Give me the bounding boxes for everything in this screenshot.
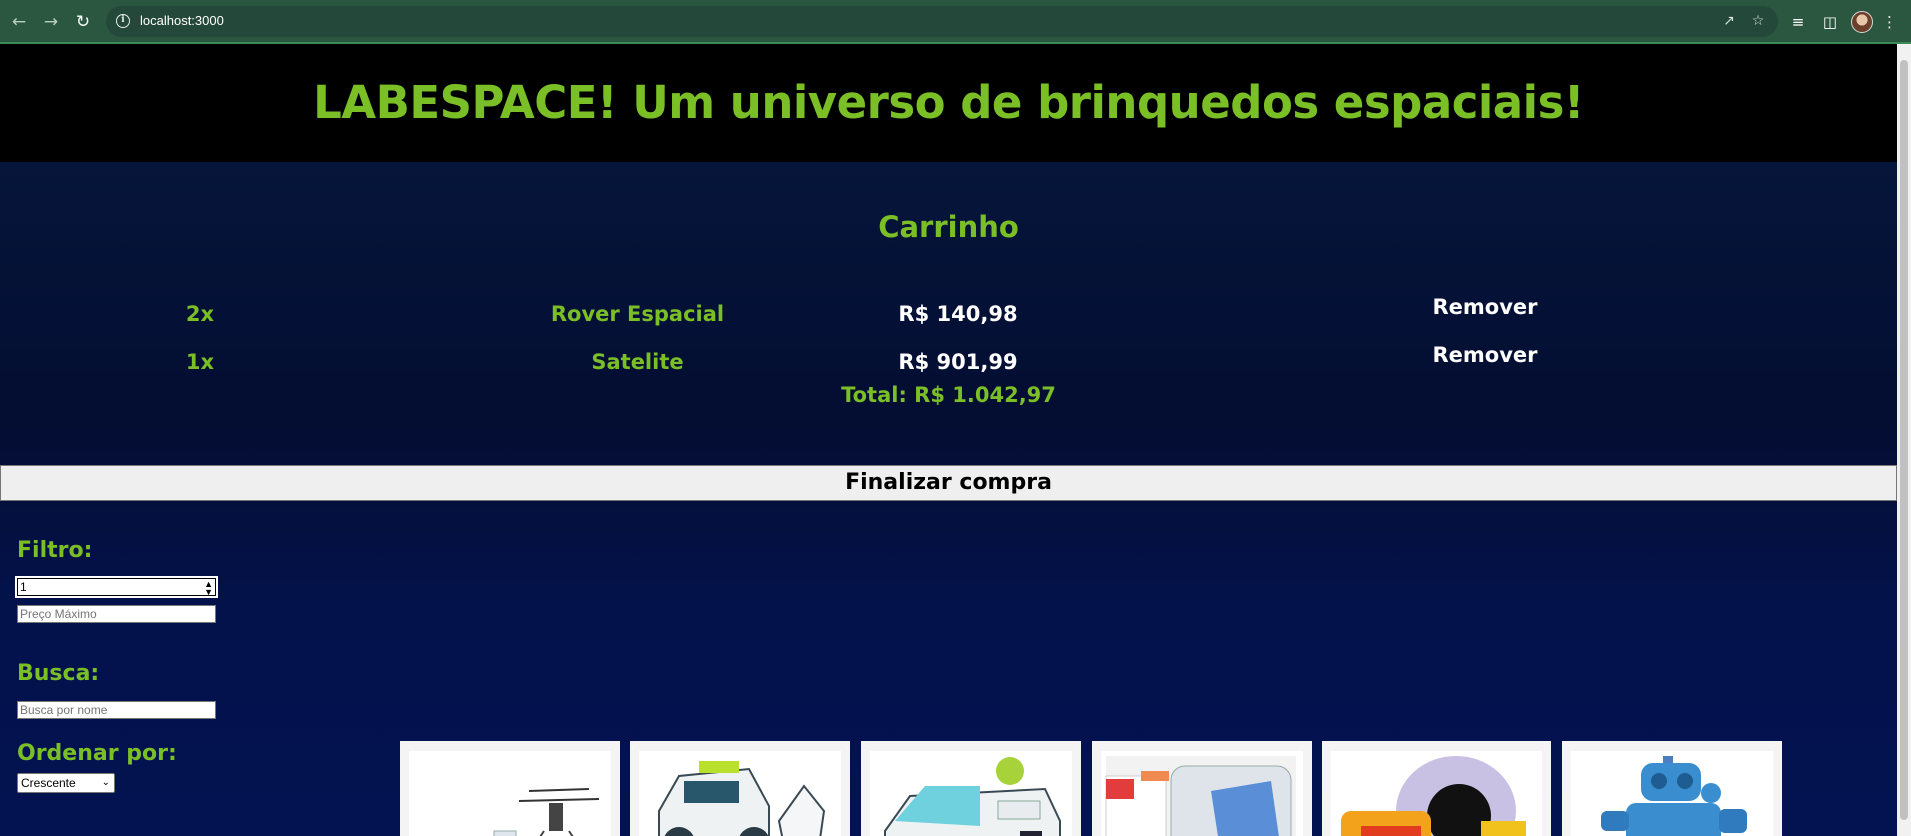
search-input[interactable]: Busca por nome	[17, 701, 216, 719]
product-card[interactable]	[1092, 741, 1312, 836]
min-price-value: 1	[20, 580, 27, 594]
cart-item: 1x Satelite R$ 901,99 Remover	[0, 343, 1897, 382]
astronaut-toy-icon	[1331, 751, 1542, 836]
max-price-input[interactable]: Preço Máximo	[17, 605, 216, 623]
reading-list-icon[interactable]: ≡	[1787, 11, 1809, 33]
search-placeholder: Busca por nome	[20, 703, 108, 717]
cart-total: Total: R$ 1.042,97	[841, 383, 1056, 407]
search-label: Busca:	[17, 661, 100, 686]
address-bar[interactable]: i localhost:3000 ↗ ☆	[106, 6, 1778, 37]
page-content: LABESPACE! Um universo de brinquedos esp…	[0, 44, 1897, 836]
cart-item-name: Satelite	[591, 350, 684, 374]
product-card[interactable]	[861, 741, 1081, 836]
chevron-down-icon: ⌄	[101, 777, 110, 788]
side-panel-icon[interactable]: ◫	[1819, 11, 1841, 33]
profile-avatar[interactable]	[1851, 11, 1873, 33]
product-card[interactable]	[400, 741, 620, 836]
forward-icon[interactable]: →	[40, 11, 62, 33]
white-rover-toy-icon	[639, 751, 841, 836]
blue-robot-toy-icon	[1571, 751, 1773, 836]
checkout-button[interactable]: Finalizar compra	[0, 465, 1897, 501]
space-vehicle-toy-icon	[870, 751, 1072, 836]
min-price-input[interactable]: 1 ▲ ▼	[15, 576, 218, 598]
reload-icon[interactable]: ↻	[72, 11, 94, 33]
cart-item-qty: 2x	[185, 302, 215, 326]
helicopter-drone-toy-icon	[409, 751, 611, 836]
cart-item-price: R$ 901,99	[898, 350, 1018, 374]
scrollbar[interactable]	[1897, 44, 1911, 836]
bookmark-star-icon[interactable]: ☆	[1748, 11, 1768, 31]
site-header: LABESPACE! Um universo de brinquedos esp…	[0, 44, 1897, 162]
scrollbar-thumb[interactable]	[1900, 60, 1908, 820]
url-text[interactable]: localhost:3000	[140, 13, 224, 28]
product-card[interactable]	[1562, 741, 1782, 836]
filter-label: Filtro:	[17, 538, 93, 563]
remove-item-button[interactable]: Remover	[1410, 295, 1560, 319]
product-card[interactable]	[1322, 741, 1551, 836]
browser-toolbar: ← → ↻ i localhost:3000 ↗ ☆ ≡ ◫ ⋮	[0, 0, 1911, 44]
site-info-icon[interactable]: i	[116, 14, 130, 28]
cart-item: 2x Rover Espacial R$ 140,98 Remover	[0, 295, 1897, 334]
share-icon[interactable]: ↗	[1719, 11, 1739, 31]
site-title: LABESPACE! Um universo de brinquedos esp…	[313, 76, 1584, 129]
max-price-placeholder: Preço Máximo	[20, 607, 97, 621]
sort-label: Ordenar por:	[17, 741, 177, 766]
spinner-arrows-icon[interactable]: ▲ ▼	[204, 580, 213, 597]
sort-select[interactable]: Crescente ⌄	[17, 773, 115, 793]
product-card[interactable]	[630, 741, 850, 836]
shuttle-cabin-toy-icon	[1101, 751, 1303, 836]
back-icon[interactable]: ←	[8, 11, 30, 33]
sort-selected: Crescente	[21, 776, 76, 790]
cart-title: Carrinho	[878, 210, 1019, 244]
menu-kebab-icon[interactable]: ⋮	[1882, 11, 1897, 33]
cart-item-price: R$ 140,98	[898, 302, 1018, 326]
cart-item-qty: 1x	[185, 350, 215, 374]
remove-item-button[interactable]: Remover	[1410, 343, 1560, 367]
cart-item-name: Rover Espacial	[550, 302, 725, 326]
